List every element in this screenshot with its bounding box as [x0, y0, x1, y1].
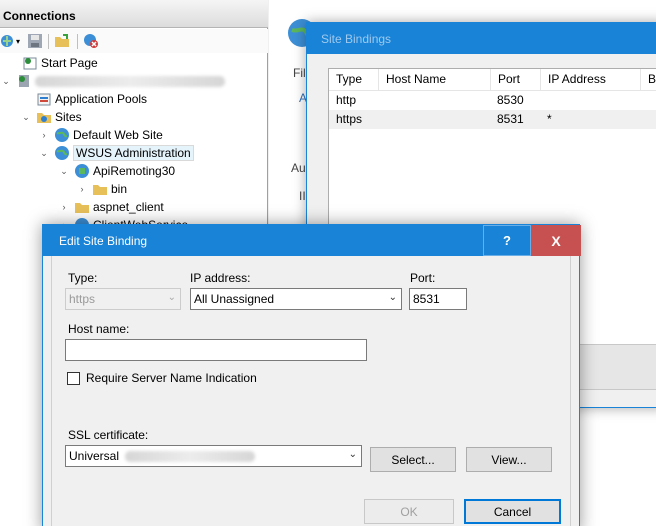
toolbar-separator: [48, 34, 49, 49]
type-value: https: [69, 292, 96, 306]
require-sni-checkbox[interactable]: [67, 372, 80, 385]
edit-site-binding-titlebar: Edit Site Binding ? X: [43, 225, 581, 256]
open-folder-icon[interactable]: [54, 33, 70, 49]
ssl-certificate-label: SSL certificate:: [68, 428, 149, 442]
tree-node-server[interactable]: ⌄: [0, 72, 225, 90]
column-header-binding[interactable]: Bi: [641, 69, 656, 91]
table-row-selected[interactable]: https 8531 *: [329, 110, 656, 129]
column-header-port[interactable]: Port: [491, 69, 541, 91]
partial-label: Fil: [293, 66, 306, 80]
help-icon: ?: [503, 233, 511, 248]
application-pools-icon: [36, 91, 52, 107]
tree-node-default-web-site[interactable]: › Default Web Site: [38, 126, 163, 144]
column-header-type[interactable]: Type: [329, 69, 379, 91]
partial-label: Au: [291, 161, 306, 175]
connections-header: Connections: [0, 0, 268, 28]
cell-port: 8530: [497, 93, 524, 107]
cell-port: 8531: [497, 112, 524, 126]
tree-node-sites[interactable]: ⌄ Sites: [20, 108, 82, 126]
tree-node-wsus-administration[interactable]: ⌄ WSUS Administration: [38, 144, 194, 162]
tree-node-api-remoting[interactable]: ⌄ ApiRemoting30: [58, 162, 175, 180]
port-label: Port:: [410, 271, 436, 285]
connections-toolbar: ▾: [0, 29, 268, 53]
edit-site-binding-title: Edit Site Binding: [59, 234, 148, 248]
chevron-down-icon[interactable]: ⌄: [0, 75, 12, 87]
cancel-button[interactable]: Cancel: [464, 499, 561, 524]
view-certificate-button[interactable]: View...: [466, 447, 552, 472]
chevron-down-icon[interactable]: ⌄: [38, 147, 50, 159]
application-icon: [74, 163, 90, 179]
cell-ip: *: [547, 112, 552, 126]
require-sni-label: Require Server Name Indication: [86, 371, 257, 385]
redacted-server-name: [35, 75, 225, 87]
type-select[interactable]: https ⌄: [65, 288, 181, 310]
cell-type: https: [336, 112, 363, 126]
port-input[interactable]: 8531: [409, 288, 467, 310]
folder-icon: [74, 199, 90, 215]
tree-label: aspnet_client: [93, 200, 164, 214]
chevron-down-icon[interactable]: ⌄: [58, 165, 70, 177]
close-icon: X: [551, 232, 561, 249]
ok-button[interactable]: OK: [364, 499, 454, 524]
tree-label: Application Pools: [55, 92, 148, 106]
sites-folder-icon: [36, 109, 52, 125]
close-button[interactable]: X: [531, 225, 581, 256]
tree-label: Sites: [55, 110, 82, 124]
port-value: 8531: [413, 292, 440, 306]
host-name-label: Host name:: [68, 322, 130, 336]
chevron-down-icon[interactable]: ⌄: [20, 111, 32, 123]
ip-address-value: All Unassigned: [194, 292, 275, 306]
chevron-down-icon: ⌄: [348, 449, 357, 460]
save-icon[interactable]: [27, 33, 43, 49]
column-header-ip-address[interactable]: IP Address: [541, 69, 641, 91]
chevron-right-icon[interactable]: ›: [58, 201, 70, 213]
type-label: Type:: [68, 271, 98, 285]
tree-node-start-page[interactable]: Start Page: [6, 54, 98, 72]
partial-label: II: [299, 189, 306, 203]
chevron-down-icon[interactable]: ▾: [13, 33, 23, 49]
tree-node-bin[interactable]: › bin: [76, 180, 128, 198]
edit-site-binding-dialog: Edit Site Binding ? X Type: https ⌄ IP a…: [42, 224, 581, 526]
help-button[interactable]: ?: [483, 225, 531, 256]
site-bindings-titlebar: Site Bindings: [307, 23, 656, 54]
ssl-certificate-value: Universal: [69, 449, 120, 463]
tree-label-selected: WSUS Administration: [73, 145, 194, 161]
connections-title: Connections: [3, 9, 76, 23]
chevron-down-icon: ⌄: [388, 292, 397, 303]
folder-icon: [92, 181, 108, 197]
chevron-right-icon[interactable]: ›: [38, 129, 50, 141]
chevron-right-icon[interactable]: ›: [76, 183, 88, 195]
tree-label: Default Web Site: [73, 128, 163, 142]
cell-type: http: [336, 93, 357, 107]
redacted-certificate-name: [125, 450, 256, 462]
column-header-host-name[interactable]: Host Name: [379, 69, 491, 91]
edit-site-binding-body: Type: https ⌄ IP address: All Unassigned…: [51, 256, 571, 526]
ssl-certificate-select[interactable]: Universal ⌄: [65, 445, 362, 467]
server-icon: [16, 73, 32, 89]
ip-address-select[interactable]: All Unassigned ⌄: [190, 288, 402, 310]
globe-icon: [54, 127, 70, 143]
site-bindings-title: Site Bindings: [321, 32, 392, 46]
tree-node-application-pools[interactable]: Application Pools: [20, 90, 147, 108]
select-certificate-button[interactable]: Select...: [370, 447, 456, 472]
chevron-down-icon: ⌄: [167, 292, 176, 303]
tree-node-aspnet-client[interactable]: › aspnet_client: [58, 198, 164, 216]
table-row[interactable]: http 8530: [329, 91, 656, 110]
tree-label: ApiRemoting30: [93, 164, 176, 178]
start-page-icon: [22, 55, 38, 71]
host-name-input[interactable]: [65, 339, 367, 361]
disconnect-icon[interactable]: [83, 33, 99, 49]
globe-icon: [54, 145, 70, 161]
ip-address-label: IP address:: [190, 271, 251, 285]
tree-label: bin: [111, 182, 128, 196]
toolbar-separator: [77, 34, 78, 49]
tree-label: Start Page: [41, 56, 98, 70]
